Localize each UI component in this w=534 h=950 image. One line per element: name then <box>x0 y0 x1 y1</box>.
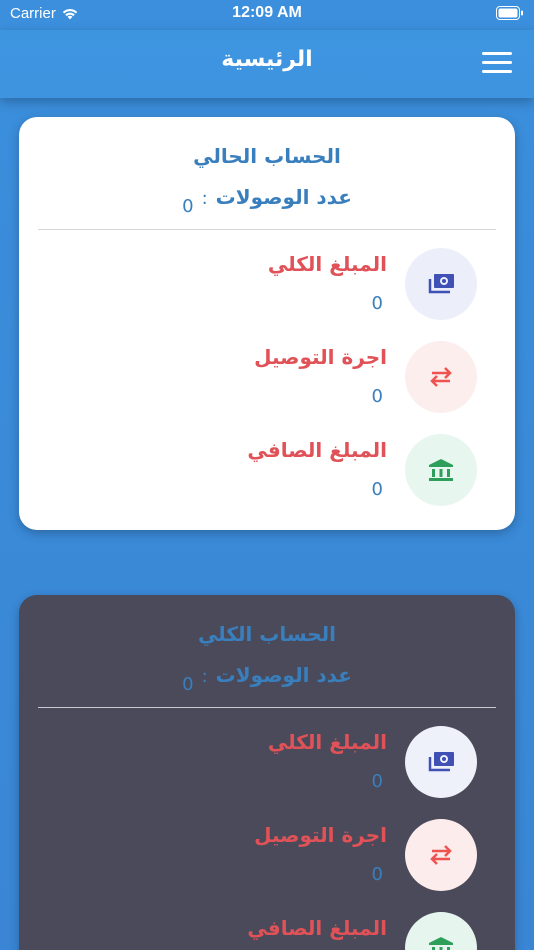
receipts-count-label: عدد الوصولات <box>215 663 352 687</box>
item-value: 0 <box>371 293 383 314</box>
receipts-count-row: عدد الوصولات : 0 <box>19 663 515 695</box>
money-icon <box>405 248 477 320</box>
bank-icon <box>405 912 477 950</box>
page-title: الرئيسية <box>221 47 313 72</box>
navigation-bar: الرئيسية <box>0 30 534 98</box>
card-title: الحساب الكلي <box>197 622 337 646</box>
bank-icon <box>405 434 477 506</box>
receipts-count-value: 0 <box>182 674 194 695</box>
transfer-arrows-icon <box>405 341 477 413</box>
item-label: المبلغ الصافي <box>247 438 387 462</box>
item-label: المبلغ الكلي <box>267 730 387 754</box>
clock: 12:09 AM <box>232 4 302 21</box>
item-label: اجرة التوصيل <box>254 345 387 369</box>
divider <box>38 707 496 708</box>
current-account-card: الحساب الحالي عدد الوصولات : 0 المبلغ ال… <box>19 117 515 530</box>
item-value: 0 <box>371 479 383 500</box>
money-icon <box>405 726 477 798</box>
receipts-count-value: 0 <box>182 196 194 217</box>
receipts-count-colon: : <box>201 188 208 209</box>
receipts-count-label: عدد الوصولات <box>215 185 352 209</box>
card-title: الحساب الحالي <box>193 144 341 168</box>
total-amount-row: المبلغ الكلي 0 <box>19 248 515 324</box>
hamburger-menu-icon[interactable] <box>482 52 512 74</box>
net-amount-row: المبلغ الصافي 0 <box>19 912 515 950</box>
transfer-arrows-icon <box>405 819 477 891</box>
item-value: 0 <box>371 771 383 792</box>
delivery-fee-row: اجرة التوصيل 0 <box>19 819 515 895</box>
total-account-card: الحساب الكلي عدد الوصولات : 0 المبلغ الك… <box>19 595 515 950</box>
divider <box>38 229 496 230</box>
delivery-fee-row: اجرة التوصيل 0 <box>19 341 515 417</box>
status-bar: Carrier 12:09 AM <box>0 0 534 30</box>
receipts-count-colon: : <box>201 666 208 687</box>
total-amount-row: المبلغ الكلي 0 <box>19 726 515 802</box>
item-value: 0 <box>371 386 383 407</box>
net-amount-row: المبلغ الصافي 0 <box>19 434 515 510</box>
item-label: المبلغ الكلي <box>267 252 387 276</box>
battery-icon <box>496 6 524 25</box>
item-label: اجرة التوصيل <box>254 823 387 847</box>
item-label: المبلغ الصافي <box>247 916 387 940</box>
item-value: 0 <box>371 864 383 885</box>
receipts-count-row: عدد الوصولات : 0 <box>19 185 515 217</box>
